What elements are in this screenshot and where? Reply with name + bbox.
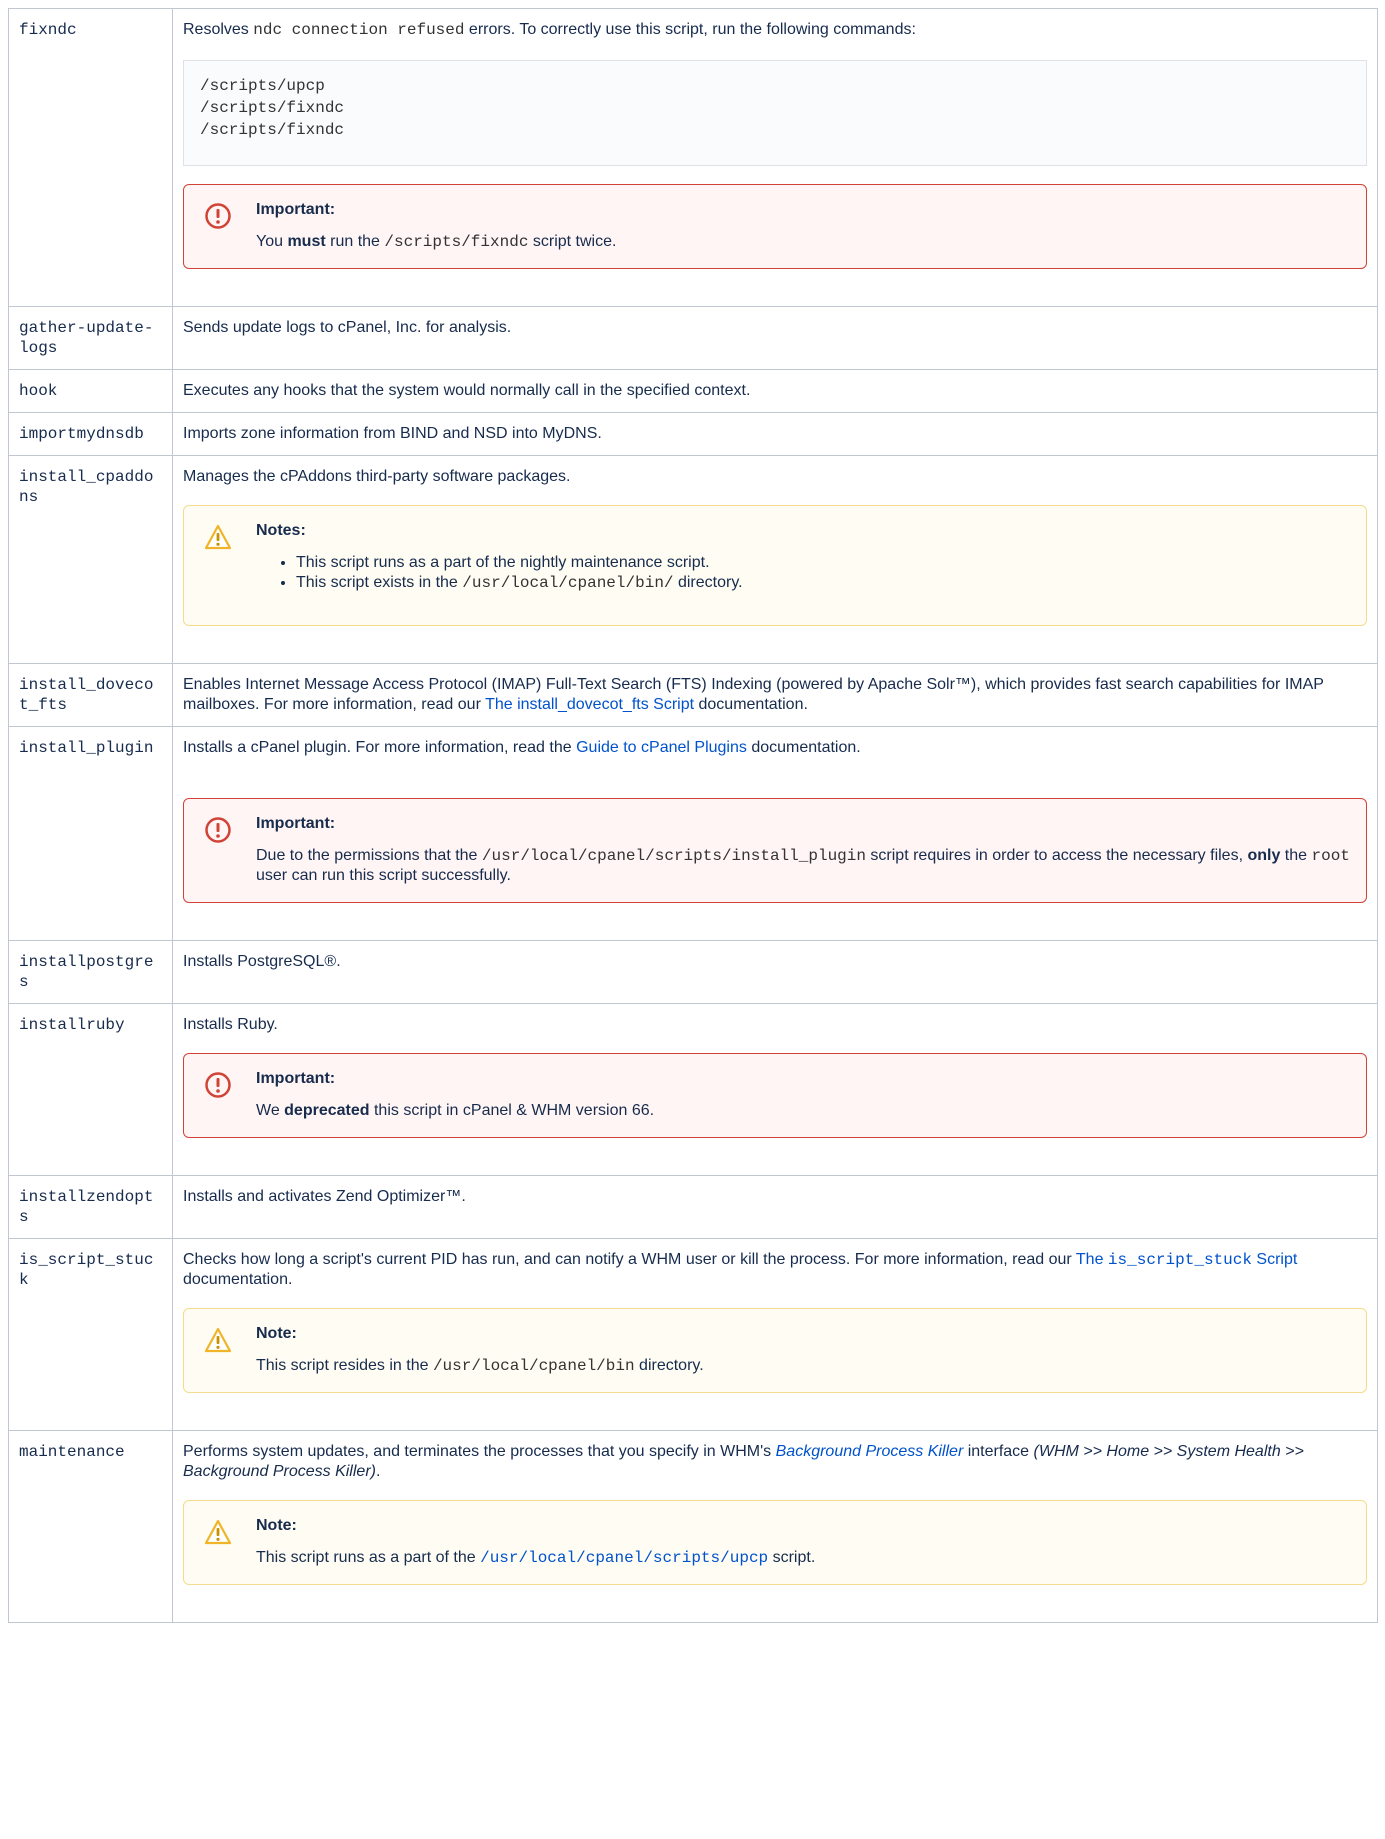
callout-title: Notes:: [256, 522, 306, 539]
script-name: gather-update-logs: [8, 306, 173, 370]
script-name: installruby: [8, 1003, 173, 1176]
script-description: Resolves ndc connection refused errors. …: [172, 8, 1378, 307]
note-callout: Notes: This script runs as a part of the…: [183, 505, 1367, 626]
script-description: Manages the cPAddons third-party softwar…: [172, 455, 1378, 664]
callout-title: Important:: [256, 1070, 336, 1087]
table-row: installpostgres Installs PostgreSQL®.: [8, 940, 1378, 1004]
important-callout: Important: You must run the /scripts/fix…: [183, 184, 1367, 269]
exclamation-circle-icon: [205, 1072, 231, 1098]
table-row: install_plugin Installs a cPanel plugin.…: [8, 726, 1378, 941]
code-block: /scripts/upcp /scripts/fixndc /scripts/f…: [183, 60, 1367, 166]
inline-code: ndc connection refused: [253, 21, 465, 39]
script-name: hook: [8, 369, 173, 413]
exclamation-circle-icon: [205, 817, 231, 843]
doc-link[interactable]: Guide to cPanel Plugins: [576, 739, 747, 756]
table-row: install_cpaddons Manages the cPAddons th…: [8, 455, 1378, 664]
doc-link[interactable]: Background Process Killer: [776, 1443, 964, 1460]
script-name: install_plugin: [8, 726, 173, 941]
table-row: maintenance Performs system updates, and…: [8, 1430, 1378, 1623]
script-description: Performs system updates, and terminates …: [172, 1430, 1378, 1623]
script-description: Installs Ruby. Important: We deprecated …: [172, 1003, 1378, 1176]
script-name: install_cpaddons: [8, 455, 173, 664]
exclamation-circle-icon: [205, 203, 231, 229]
callout-title: Note:: [256, 1517, 297, 1534]
script-name: fixndc: [8, 8, 173, 307]
code-link[interactable]: /usr/local/cpanel/scripts/upcp: [480, 1549, 768, 1567]
warning-triangle-icon: [204, 524, 232, 550]
script-description: Checks how long a script's current PID h…: [172, 1238, 1378, 1431]
script-description: Executes any hooks that the system would…: [172, 369, 1378, 413]
callout-title: Important:: [256, 201, 336, 218]
list-item: This script exists in the /usr/local/cpa…: [296, 573, 1350, 593]
script-name: installpostgres: [8, 940, 173, 1004]
doc-link[interactable]: The is_script_stuck Script: [1076, 1251, 1297, 1269]
callout-title: Note:: [256, 1325, 297, 1342]
script-description: Installs and activates Zend Optimizer™.: [172, 1175, 1378, 1239]
callout-title: Important:: [256, 815, 336, 832]
important-callout: Important: We deprecated this script in …: [183, 1053, 1367, 1138]
script-description: Sends update logs to cPanel, Inc. for an…: [172, 306, 1378, 370]
script-name: is_script_stuck: [8, 1238, 173, 1431]
script-name: installzendopts: [8, 1175, 173, 1239]
note-callout: Note: This script resides in the /usr/lo…: [183, 1308, 1367, 1393]
notes-list: This script runs as a part of the nightl…: [256, 553, 1350, 593]
script-name: install_dovecot_fts: [8, 663, 173, 727]
warning-triangle-icon: [204, 1519, 232, 1545]
table-row: installzendopts Installs and activates Z…: [8, 1175, 1378, 1239]
table-row: installruby Installs Ruby. Important: We…: [8, 1003, 1378, 1176]
table-row: importmydnsdb Imports zone information f…: [8, 412, 1378, 456]
script-description: Enables Internet Message Access Protocol…: [172, 663, 1378, 727]
table-row: gather-update-logs Sends update logs to …: [8, 306, 1378, 370]
script-description: Imports zone information from BIND and N…: [172, 412, 1378, 456]
table-row: install_dovecot_fts Enables Internet Mes…: [8, 663, 1378, 727]
table-row: is_script_stuck Checks how long a script…: [8, 1238, 1378, 1431]
script-name: maintenance: [8, 1430, 173, 1623]
script-name: importmydnsdb: [8, 412, 173, 456]
important-callout: Important: Due to the permissions that t…: [183, 798, 1367, 903]
script-description: Installs a cPanel plugin. For more infor…: [172, 726, 1378, 941]
table-row: hook Executes any hooks that the system …: [8, 369, 1378, 413]
note-callout: Note: This script runs as a part of the …: [183, 1500, 1367, 1585]
list-item: This script runs as a part of the nightl…: [296, 553, 1350, 573]
scripts-table: fixndc Resolves ndc connection refused e…: [8, 8, 1378, 1623]
table-row: fixndc Resolves ndc connection refused e…: [8, 8, 1378, 307]
warning-triangle-icon: [204, 1327, 232, 1353]
script-description: Installs PostgreSQL®.: [172, 940, 1378, 1004]
doc-link[interactable]: The install_dovecot_fts Script: [485, 696, 694, 713]
